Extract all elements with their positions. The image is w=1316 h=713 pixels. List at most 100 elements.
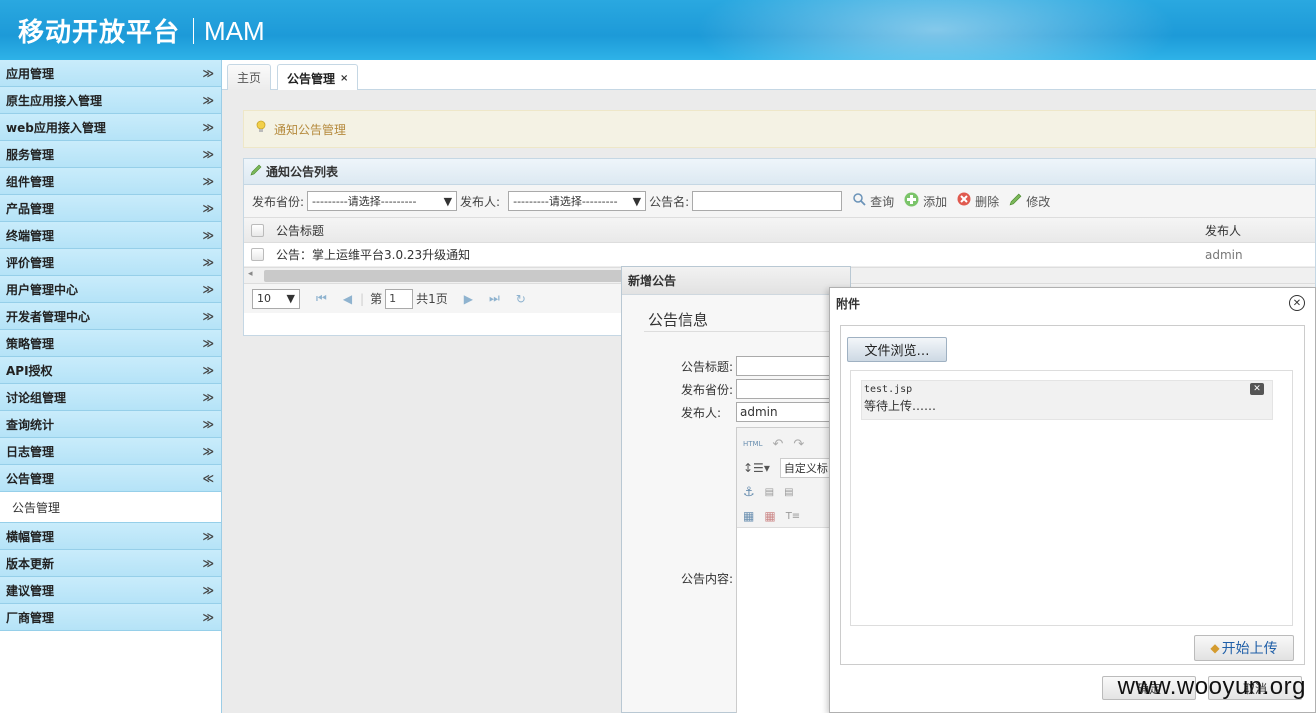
dialog-title: 新增公告 [622, 267, 850, 295]
chevron-double-down-icon: ≫ [202, 417, 213, 431]
new-notice-dialog: 新增公告 公告信息 公告标题: 发布省份: 发布人: admin 公告内容: H… [621, 266, 864, 713]
file-status: 等待上传…… [864, 399, 937, 413]
scrollbar-thumb[interactable] [264, 270, 624, 282]
sidebar-item-label: 公告管理 [6, 471, 55, 486]
pencil-icon [250, 164, 262, 179]
sidebar-item-banner-management[interactable]: 横幅管理 ≫ [0, 523, 221, 550]
close-icon[interactable]: ✕ [1289, 295, 1305, 311]
page-prefix: 第 [370, 292, 383, 306]
format-select[interactable]: 自定义标 [779, 458, 832, 478]
sidebar-item-query-stats[interactable]: 查询统计 ≫ [0, 411, 221, 438]
table-props-icon[interactable]: ▦ [764, 509, 775, 523]
add-icon [904, 192, 919, 211]
chevron-double-down-icon: ≫ [202, 390, 213, 404]
sidebar-item-api-auth[interactable]: API授权 ≫ [0, 357, 221, 384]
province-label: 发布省份: [252, 194, 305, 209]
tab-notice-management[interactable]: 公告管理 × [277, 64, 359, 91]
next-page-icon[interactable]: ▶ [464, 292, 473, 306]
page-total: 共1页 [416, 292, 448, 306]
table-icon[interactable]: ▦ [743, 509, 754, 523]
sidebar-item-review-management[interactable]: 评价管理 ≫ [0, 249, 221, 276]
edit-label: 修改 [1026, 194, 1051, 209]
align-center-icon[interactable]: ▤ [784, 487, 793, 498]
tab-home[interactable]: 主页 [227, 64, 272, 90]
publisher-select-value: ---------请选择--------- [513, 195, 618, 208]
sidebar-item-label: 开发者管理中心 [6, 309, 91, 324]
notice-name-input[interactable] [692, 191, 843, 211]
province-select[interactable]: ---------请选择--------- ▼ [307, 191, 458, 211]
page-size-select[interactable]: 10 ▼ [252, 288, 300, 309]
page-number-input[interactable]: 1 [385, 288, 414, 309]
first-page-icon[interactable]: ⏮ [316, 291, 327, 306]
sidebar-item-vendor-management[interactable]: 厂商管理 ≫ [0, 604, 221, 631]
sidebar-item-component-management[interactable]: 组件管理 ≫ [0, 168, 221, 195]
sidebar-item-label: 服务管理 [6, 147, 55, 162]
sidebar-item-suggestion-management[interactable]: 建议管理 ≫ [0, 577, 221, 604]
align-left-icon[interactable]: ▤ [765, 487, 774, 498]
sidebar-item-product-management[interactable]: 产品管理 ≫ [0, 195, 221, 222]
sidebar-item-discussion-groups[interactable]: 讨论组管理 ≫ [0, 384, 221, 411]
chevron-double-down-icon: ≫ [202, 255, 213, 269]
sidebar-item-user-center[interactable]: 用户管理中心 ≫ [0, 276, 221, 303]
chevron-double-down-icon: ≫ [202, 444, 213, 458]
sidebar-item-developer-center[interactable]: 开发者管理中心 ≫ [0, 303, 221, 330]
sidebar-item-label: 组件管理 [6, 174, 55, 189]
undo-icon[interactable]: ↶ [772, 437, 783, 452]
table-row[interactable]: 公告：掌上运维平台3.0.23升级通知 admin [244, 243, 1315, 267]
chevron-double-down-icon: ≫ [202, 228, 213, 242]
sidebar-item-version-update[interactable]: 版本更新 ≫ [0, 550, 221, 577]
start-upload-label: 开始上传 [1221, 641, 1278, 657]
delete-button[interactable]: 删除 [957, 192, 999, 210]
dropdown-arrow-icon: ▼ [286, 292, 295, 305]
sidebar-item-notice-management[interactable]: 公告管理 ≪ [0, 465, 221, 492]
panel-header: 通知公告列表 [244, 159, 1315, 185]
line-height-icon[interactable]: ↕☰▾ [743, 461, 770, 475]
refresh-icon[interactable]: ↻ [516, 292, 526, 306]
sidebar-item-terminal-management[interactable]: 终端管理 ≫ [0, 222, 221, 249]
search-icon [853, 192, 866, 210]
last-page-icon[interactable]: ⏭ [489, 291, 500, 306]
sidebar-item-app-management[interactable]: 应用管理 ≫ [0, 60, 221, 87]
sidebar-item-native-app-access[interactable]: 原生应用接入管理 ≫ [0, 87, 221, 114]
add-label: 添加 [923, 194, 948, 209]
tab-label: 主页 [237, 71, 262, 85]
chevron-double-down-icon: ≫ [202, 363, 213, 377]
sidebar-item-policy-management[interactable]: 策略管理 ≫ [0, 330, 221, 357]
add-button[interactable]: 添加 [904, 192, 947, 211]
sidebar-item-label: 讨论组管理 [6, 390, 67, 405]
sidebar-item-service-management[interactable]: 服务管理 ≫ [0, 141, 221, 168]
watermark: www.wooyun.org [1117, 673, 1306, 700]
sidebar-item-log-management[interactable]: 日志管理 ≫ [0, 438, 221, 465]
province-select-value: ---------请选择--------- [312, 195, 417, 208]
select-all-checkbox[interactable] [251, 223, 264, 237]
title-row-icon[interactable]: T≡ [786, 511, 801, 522]
publisher-select[interactable]: ---------请选择--------- ▼ [508, 191, 647, 211]
upload-icon: ◆ [1210, 641, 1220, 655]
app-header: 移动开放平台 MAM [0, 0, 1316, 60]
panel-title: 通知公告列表 [266, 165, 339, 179]
delete-icon [957, 192, 971, 210]
close-icon[interactable]: × [340, 73, 348, 84]
chevron-double-down-icon: ≫ [202, 174, 213, 188]
prev-page-icon[interactable]: ◀ [343, 292, 352, 306]
browse-files-button[interactable]: 文件浏览… [847, 337, 947, 362]
sidebar-item-label: 日志管理 [6, 444, 55, 459]
dialog-title: 附件 [830, 288, 1315, 318]
sidebar-subitem-notice-management[interactable]: 公告管理 [0, 492, 221, 523]
anchor-icon[interactable]: ⚓ [743, 485, 755, 500]
sidebar-item-label: 建议管理 [6, 583, 55, 598]
start-upload-button[interactable]: ◆ 开始上传 [1194, 635, 1294, 661]
scroll-left-icon[interactable]: ◂ [248, 269, 253, 279]
remove-file-icon[interactable]: ✕ [1250, 383, 1264, 395]
edit-button[interactable]: 修改 [1009, 193, 1050, 210]
header-decoration [676, 0, 1196, 60]
row-checkbox[interactable] [251, 248, 264, 261]
redo-icon[interactable]: ↷ [793, 437, 804, 452]
tab-label: 公告管理 [287, 71, 336, 86]
notice-text: 通知公告管理 [274, 122, 347, 137]
html-source-button[interactable]: HTML [743, 440, 762, 448]
row-publisher: admin [1205, 247, 1243, 262]
sidebar-item-web-app-access[interactable]: web应用接入管理 ≫ [0, 114, 221, 141]
query-button[interactable]: 查询 [853, 192, 894, 210]
chevron-double-down-icon: ≫ [202, 282, 213, 296]
